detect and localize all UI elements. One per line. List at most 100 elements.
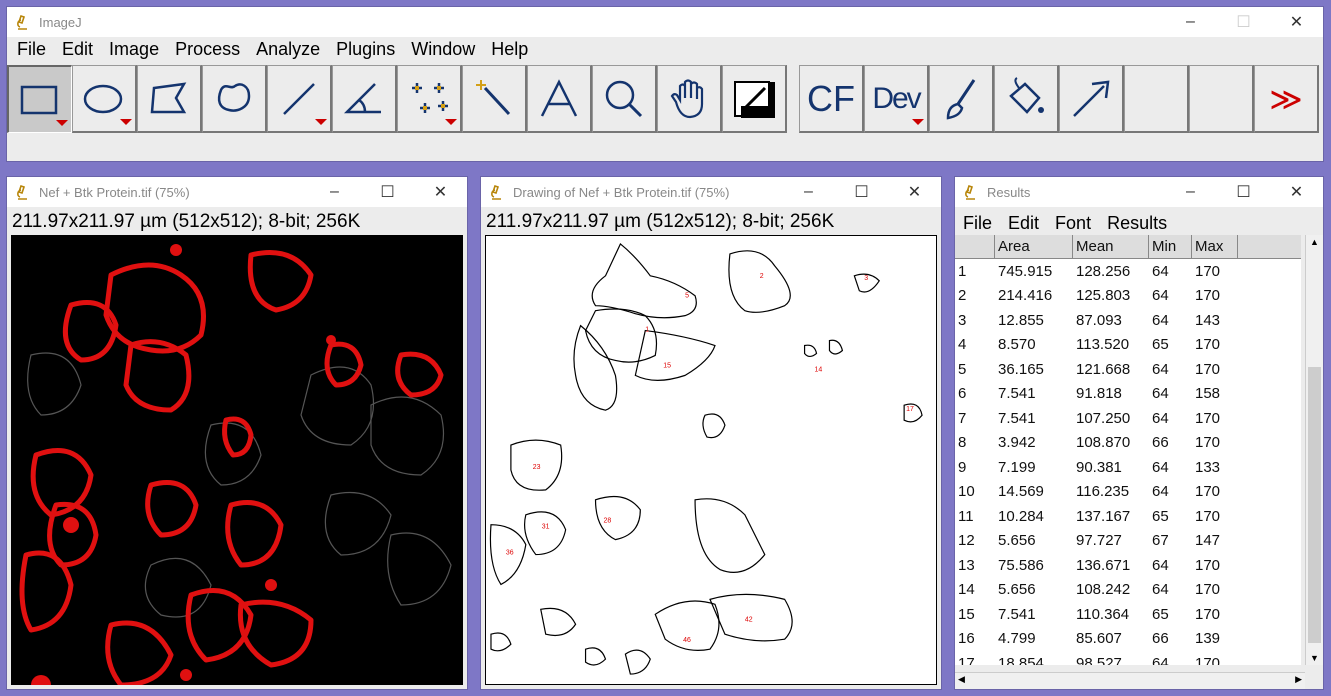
table-row[interactable]: 14 5.656 108.242 64 170 <box>955 578 1301 603</box>
table-row[interactable]: 13 75.586 136.671 64 170 <box>955 553 1301 578</box>
table-cell: 170 <box>1195 336 1221 354</box>
menu-analyze[interactable]: Analyze <box>248 39 328 60</box>
table-row[interactable]: 2 214.416 125.803 64 170 <box>955 284 1301 309</box>
table-row[interactable]: 8 3.942 108.870 66 170 <box>955 431 1301 456</box>
menu-help[interactable]: Help <box>483 39 536 60</box>
table-cell: 170 <box>1195 483 1221 501</box>
wand-tool[interactable] <box>462 65 527 133</box>
results-menu-font[interactable]: Font <box>1047 213 1099 234</box>
tool-menu-indicator <box>120 119 132 125</box>
drawing-titlebar[interactable]: Drawing of Nef + Btk Protein.tif (75%) –… <box>481 177 941 207</box>
line-tool[interactable] <box>267 65 332 133</box>
table-row[interactable]: 4 8.570 113.520 65 170 <box>955 333 1301 358</box>
minimize-button[interactable]: – <box>1164 7 1217 37</box>
menu-plugins[interactable]: Plugins <box>328 39 403 60</box>
empty-slot-1[interactable] <box>1124 65 1189 133</box>
table-cell: 64 <box>1152 385 1169 403</box>
polygon-tool[interactable] <box>137 65 202 133</box>
oval-tool[interactable] <box>72 65 137 133</box>
horizontal-scrollbar[interactable]: ◀ ▶ <box>955 672 1305 689</box>
table-row[interactable]: 6 7.541 91.818 64 158 <box>955 382 1301 407</box>
close-button[interactable]: ✕ <box>414 177 467 207</box>
table-row[interactable]: 10 14.569 116.235 64 170 <box>955 480 1301 505</box>
scroll-left-icon[interactable]: ◀ <box>958 674 965 685</box>
minimize-button[interactable]: – <box>1164 177 1217 207</box>
table-row[interactable]: 1 745.915 128.256 64 170 <box>955 259 1301 284</box>
magnifier-tool[interactable] <box>592 65 657 133</box>
table-cell: 136.671 <box>1076 556 1131 574</box>
table-cell: 143 <box>1195 311 1221 329</box>
scroll-right-icon[interactable]: ▶ <box>1295 674 1302 685</box>
column-header-mean[interactable]: Mean <box>1073 235 1149 258</box>
drawing-label: 5 <box>685 293 689 300</box>
arrow-tool[interactable] <box>1059 65 1124 133</box>
tool-menu-indicator <box>315 119 327 125</box>
outline-drawing[interactable]: 1 2 3 5 14 15 17 23 28 31 36 42 46 <box>485 235 937 685</box>
table-cell: 170 <box>1195 654 1221 665</box>
column-header[interactable] <box>955 235 995 258</box>
table-cell: 170 <box>1195 507 1221 525</box>
close-button[interactable]: ✕ <box>1270 177 1323 207</box>
column-header-min[interactable]: Min <box>1149 235 1192 258</box>
column-header-area[interactable]: Area <box>995 235 1073 258</box>
table-cell: 214.416 <box>998 287 1053 305</box>
empty-slot-2[interactable] <box>1189 65 1254 133</box>
text-tool[interactable] <box>527 65 592 133</box>
scroll-thumb[interactable] <box>1308 367 1321 643</box>
brush-tool[interactable] <box>929 65 994 133</box>
results-menu-edit[interactable]: Edit <box>1000 213 1047 234</box>
table-cell: 108.242 <box>1076 581 1131 599</box>
flood-fill-tool[interactable] <box>994 65 1059 133</box>
close-button[interactable]: ✕ <box>1270 7 1323 37</box>
table-cell: 64 <box>1152 556 1169 574</box>
color-picker-tool[interactable] <box>722 65 787 133</box>
results-table[interactable]: Area Mean Min Max 1 745.915 128.256 64 170 2 2… <box>955 235 1301 665</box>
menu-window[interactable]: Window <box>403 39 483 60</box>
more-tools-button[interactable]: ≫ <box>1254 65 1319 133</box>
table-cell: 5.656 <box>998 581 1036 599</box>
maximize-button[interactable]: ☐ <box>1217 7 1270 37</box>
fluorescence-image[interactable] <box>11 235 463 685</box>
results-menu-results[interactable]: Results <box>1099 213 1175 234</box>
results-titlebar[interactable]: Results – ☐ ✕ <box>955 177 1323 207</box>
table-row[interactable]: 11 10.284 137.167 65 170 <box>955 504 1301 529</box>
rectangle-tool[interactable] <box>7 65 72 133</box>
menu-image[interactable]: Image <box>101 39 167 60</box>
freehand-tool[interactable] <box>202 65 267 133</box>
oval-icon <box>83 84 123 113</box>
main-titlebar[interactable]: ImageJ – ☐ ✕ <box>7 7 1323 37</box>
table-row[interactable]: 12 5.656 97.727 67 147 <box>955 529 1301 554</box>
table-row[interactable]: 16 4.799 85.607 66 139 <box>955 627 1301 652</box>
vertical-scrollbar[interactable]: ▲ ▼ <box>1305 235 1323 665</box>
table-row[interactable]: 9 7.199 90.381 64 133 <box>955 455 1301 480</box>
table-row[interactable]: 3 12.855 87.093 64 143 <box>955 308 1301 333</box>
table-row[interactable]: 17 18.854 98.527 64 170 <box>955 651 1301 665</box>
minimize-button[interactable]: – <box>308 177 361 207</box>
scroll-down-icon[interactable]: ▼ <box>1306 651 1323 665</box>
drawing-label: 36 <box>506 550 514 557</box>
menu-file[interactable]: File <box>9 39 54 60</box>
results-menu-file[interactable]: File <box>955 213 1000 234</box>
maximize-button[interactable]: ☐ <box>1217 177 1270 207</box>
maximize-button[interactable]: ☐ <box>361 177 414 207</box>
menu-edit[interactable]: Edit <box>54 39 101 60</box>
table-row[interactable]: 15 7.541 110.364 65 170 <box>955 602 1301 627</box>
cf-tool[interactable]: CF <box>799 65 864 133</box>
table-cell: 170 <box>1195 360 1221 378</box>
angle-tool[interactable] <box>332 65 397 133</box>
column-header-max[interactable]: Max <box>1192 235 1238 258</box>
image-titlebar[interactable]: Nef + Btk Protein.tif (75%) – ☐ ✕ <box>7 177 467 207</box>
scroll-up-icon[interactable]: ▲ <box>1306 235 1323 249</box>
maximize-button[interactable]: ☐ <box>835 177 888 207</box>
table-cell: 13 <box>958 556 975 574</box>
menu-process[interactable]: Process <box>167 39 248 60</box>
table-row[interactable]: 7 7.541 107.250 64 170 <box>955 406 1301 431</box>
minimize-button[interactable]: – <box>782 177 835 207</box>
dev-tool[interactable]: Dev <box>864 65 929 133</box>
close-button[interactable]: ✕ <box>888 177 941 207</box>
scroll-tool[interactable] <box>657 65 722 133</box>
table-cell: 64 <box>1152 458 1169 476</box>
point-tool[interactable] <box>397 65 462 133</box>
table-cell: 137.167 <box>1076 507 1131 525</box>
table-row[interactable]: 5 36.165 121.668 64 170 <box>955 357 1301 382</box>
